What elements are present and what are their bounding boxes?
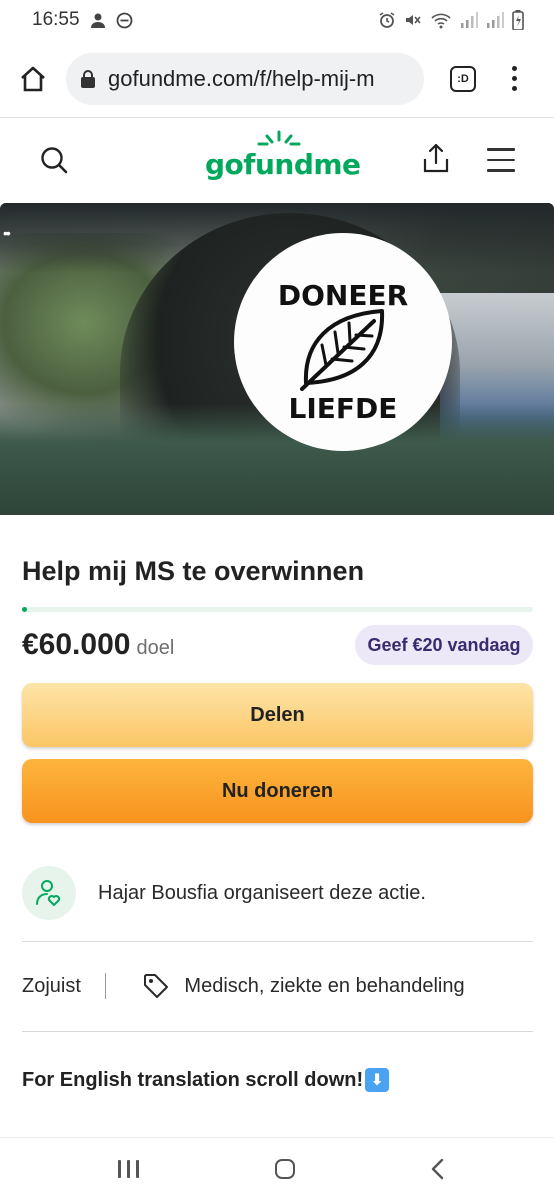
english-note-text: For English translation scroll down!: [22, 1068, 364, 1091]
donate-button[interactable]: Nu doneren: [22, 759, 533, 823]
campaign-meta-row: Zojuist Medisch, ziekte en behandeling: [22, 972, 465, 1000]
doneer-liefde-sticker: DONEER LIEFDE: [234, 233, 452, 451]
logo-sun-icon: [257, 130, 301, 146]
home-icon: [21, 66, 45, 91]
progress-fill: [22, 607, 28, 612]
goal-amount: €60.000: [22, 628, 131, 661]
signal-icon: [461, 12, 478, 28]
hamburger-menu-button[interactable]: [487, 148, 515, 180]
goal-row: €60.000 doel: [22, 628, 174, 662]
share-button[interactable]: Delen: [22, 683, 533, 747]
tag-icon: [144, 974, 169, 998]
organizer-text: Hajar Bousfia organiseert deze actie.: [98, 881, 426, 904]
divider: [22, 1031, 533, 1032]
organizer-avatar: [22, 866, 76, 920]
sticker-top-text: DONEER: [278, 279, 408, 312]
lock-icon: [81, 69, 95, 88]
status-time: 16:55: [32, 9, 80, 30]
tab-switcher-button[interactable]: :D: [450, 65, 476, 92]
organizer-heart-person-icon: [36, 880, 61, 906]
divider: [22, 941, 533, 942]
goal-label: doel: [136, 637, 175, 659]
english-translation-note: For English translation scroll down! ⬇: [22, 1068, 390, 1092]
do-not-disturb-icon: [116, 12, 132, 28]
system-navigation-bar: [0, 1137, 554, 1200]
sticker-bottom-text: LIEFDE: [289, 392, 398, 425]
browser-menu-button[interactable]: [512, 66, 518, 91]
organizer-row: Hajar Bousfia organiseert deze actie.: [22, 866, 426, 920]
campaign-hero-image: •• DONEER LIEFDE: [0, 203, 554, 515]
campaign-title: Help mij MS te overwinnen: [22, 556, 365, 586]
person-icon: [90, 13, 105, 28]
category-link[interactable]: Medisch, ziekte en behandeling: [184, 975, 464, 998]
gofundme-logo[interactable]: gofundme: [205, 130, 361, 190]
suggested-donation-chip[interactable]: Geef €20 vandaag: [355, 625, 533, 665]
donation-progress-bar: [22, 607, 533, 612]
address-bar[interactable]: gofundme.com/f/help-mij-m: [66, 52, 424, 105]
share-icon[interactable]: [421, 142, 451, 174]
logo-text: gofundme: [205, 148, 361, 181]
url-text: gofundme.com/f/help-mij-m: [108, 65, 375, 91]
wifi-icon: [431, 13, 451, 29]
battery-icon: [512, 10, 524, 30]
home-nav-button[interactable]: [274, 1159, 295, 1179]
mute-icon: [406, 15, 421, 25]
signal-icon: [487, 12, 504, 28]
alarm-icon: [379, 12, 395, 28]
browser-toolbar: gofundme.com/f/help-mij-m :D: [0, 40, 554, 118]
home-button[interactable]: [18, 64, 48, 94]
search-icon[interactable]: [40, 146, 68, 174]
down-arrow-icon: ⬇: [365, 1068, 390, 1092]
back-button[interactable]: [430, 1158, 444, 1180]
recent-apps-button[interactable]: [118, 1160, 139, 1178]
created-time: Zojuist: [22, 974, 81, 997]
hero-dots-icon: ••: [3, 225, 11, 241]
status-bar: 16:55: [0, 0, 554, 40]
meta-separator: [104, 973, 107, 999]
site-header: gofundme: [0, 118, 554, 202]
